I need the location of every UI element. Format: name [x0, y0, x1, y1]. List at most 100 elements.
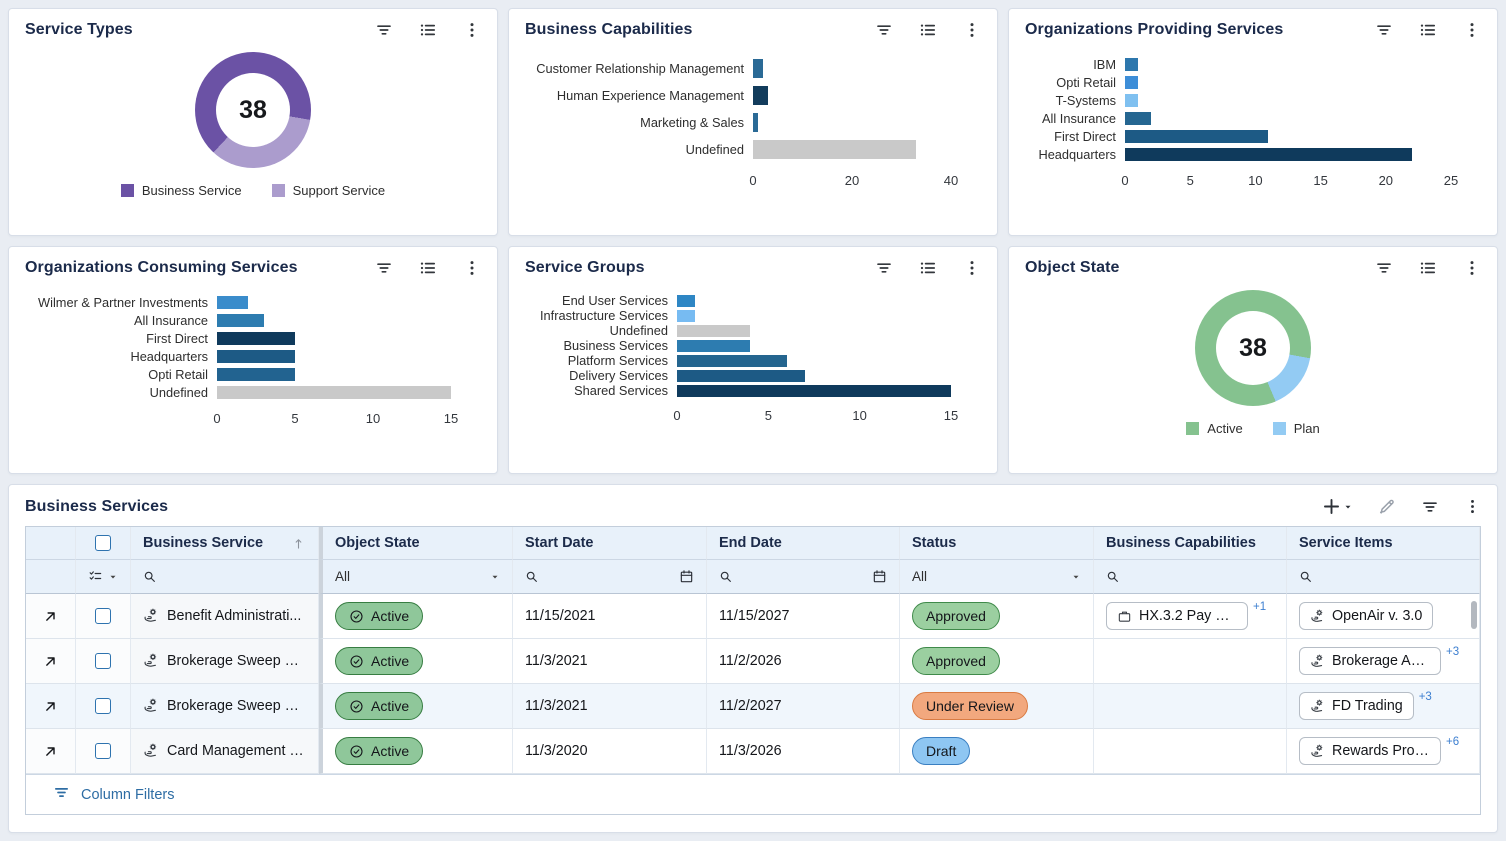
list-icon[interactable] — [919, 21, 937, 39]
service-item-chip[interactable]: Rewards Progr... — [1299, 737, 1441, 765]
filter-service_items[interactable] — [1287, 560, 1480, 594]
list-icon[interactable] — [1419, 259, 1437, 277]
kebab-icon[interactable] — [463, 21, 481, 39]
more-count-badge[interactable]: +3 — [1446, 646, 1459, 658]
bar[interactable] — [1125, 58, 1138, 71]
vertical-scrollbar[interactable] — [1471, 601, 1477, 629]
bar[interactable] — [753, 59, 763, 78]
status-pill[interactable]: Under Review — [912, 692, 1028, 720]
bar[interactable] — [677, 340, 750, 352]
filter-icon[interactable] — [375, 21, 393, 39]
bar[interactable] — [677, 325, 750, 337]
column-header-start[interactable]: Start Date — [513, 527, 707, 560]
bar[interactable] — [217, 350, 295, 363]
cell-end: 11/2/2026 — [707, 639, 900, 684]
bar[interactable] — [1125, 148, 1412, 161]
object-state-pill[interactable]: Active — [335, 737, 423, 765]
status-pill[interactable]: Draft — [912, 737, 970, 765]
business-service-name[interactable]: Card Management 1.0 — [167, 743, 306, 759]
filter-start[interactable] — [513, 560, 707, 594]
column-header-name[interactable]: Business Service — [131, 527, 319, 560]
bar[interactable] — [753, 86, 768, 105]
bar[interactable] — [677, 370, 805, 382]
bar[interactable] — [677, 310, 695, 322]
column-header-end[interactable]: End Date — [707, 527, 900, 560]
bar[interactable] — [1125, 112, 1151, 125]
column-filters-button[interactable]: Column Filters — [26, 774, 1480, 814]
arrow-ne-icon[interactable] — [43, 654, 58, 669]
row-checkbox[interactable] — [95, 698, 111, 714]
filter-name[interactable] — [131, 560, 319, 594]
more-count-badge[interactable]: +6 — [1446, 736, 1459, 748]
object-state-pill[interactable]: Active — [335, 647, 423, 675]
kebab-icon[interactable] — [1463, 21, 1481, 39]
donut-ring[interactable]: 38 — [1195, 290, 1311, 406]
bar[interactable] — [1125, 76, 1138, 89]
bar[interactable] — [217, 296, 248, 309]
bar[interactable] — [753, 113, 758, 132]
bar[interactable] — [217, 314, 264, 327]
sort-asc-icon[interactable] — [291, 536, 306, 551]
donut-ring[interactable]: 38 — [195, 52, 311, 168]
column-header-capabilities[interactable]: Business Capabilities — [1094, 527, 1287, 560]
row-checkbox[interactable] — [95, 653, 111, 669]
arrow-ne-icon[interactable] — [43, 609, 58, 624]
expand-row-button[interactable] — [26, 684, 76, 729]
filter-button[interactable] — [1421, 498, 1439, 516]
column-header-object_state[interactable]: Object State — [319, 527, 513, 560]
expand-row-button[interactable] — [26, 729, 76, 774]
bar[interactable] — [217, 368, 295, 381]
status-pill[interactable]: Approved — [912, 647, 1000, 675]
bar[interactable] — [753, 140, 916, 159]
edit-button[interactable] — [1378, 498, 1396, 516]
bar[interactable] — [677, 355, 787, 367]
row-checkbox[interactable] — [95, 608, 111, 624]
bar[interactable] — [217, 386, 451, 399]
add-button[interactable] — [1322, 497, 1353, 516]
object-state-pill[interactable]: Active — [335, 602, 423, 630]
bar[interactable] — [1125, 94, 1138, 107]
table-menu-button[interactable] — [1464, 498, 1481, 515]
bar[interactable] — [677, 385, 951, 397]
arrow-ne-icon[interactable] — [43, 744, 58, 759]
arrow-ne-icon[interactable] — [43, 699, 58, 714]
filter-icon[interactable] — [875, 21, 893, 39]
business-service-name[interactable]: Benefit Administrati... — [167, 608, 301, 624]
more-count-badge[interactable]: +3 — [1419, 691, 1432, 703]
object-state-pill[interactable]: Active — [335, 692, 423, 720]
filter-object_state[interactable]: All — [319, 560, 513, 594]
filter-end[interactable] — [707, 560, 900, 594]
business-service-name[interactable]: Brokerage Sweep O... — [167, 653, 306, 669]
row-checkbox[interactable] — [95, 743, 111, 759]
list-icon[interactable] — [419, 259, 437, 277]
filter-icon[interactable] — [1375, 21, 1393, 39]
service-item-chip[interactable]: OpenAir v. 3.0 — [1299, 602, 1433, 630]
bar[interactable] — [1125, 130, 1268, 143]
expand-row-button[interactable] — [26, 594, 76, 639]
kebab-icon[interactable] — [963, 21, 981, 39]
select-all-checkbox[interactable] — [95, 535, 111, 551]
kebab-icon[interactable] — [463, 259, 481, 277]
filter-status[interactable]: All — [900, 560, 1094, 594]
bar[interactable] — [217, 332, 295, 345]
filter-capabilities[interactable] — [1094, 560, 1287, 594]
list-icon[interactable] — [919, 259, 937, 277]
filter-icon[interactable] — [375, 259, 393, 277]
list-icon[interactable] — [1419, 21, 1437, 39]
list-icon[interactable] — [419, 21, 437, 39]
filter-icon[interactable] — [1375, 259, 1393, 277]
kebab-icon[interactable] — [963, 259, 981, 277]
expand-row-button[interactable] — [26, 639, 76, 684]
kebab-icon[interactable] — [1463, 259, 1481, 277]
bar[interactable] — [677, 295, 695, 307]
filter-icon[interactable] — [875, 259, 893, 277]
more-count-badge[interactable]: +1 — [1253, 601, 1266, 613]
business-service-name[interactable]: Brokerage Sweep O... — [167, 698, 306, 714]
status-pill[interactable]: Approved — [912, 602, 1000, 630]
filter-select[interactable] — [76, 560, 131, 594]
service-item-chip[interactable]: FD Trading — [1299, 692, 1414, 720]
column-header-service_items[interactable]: Service Items — [1287, 527, 1480, 560]
capability-chip[interactable]: HX.3.2 Pay Man... — [1106, 602, 1248, 630]
column-header-status[interactable]: Status — [900, 527, 1094, 560]
service-item-chip[interactable]: Brokerage Acc... — [1299, 647, 1441, 675]
